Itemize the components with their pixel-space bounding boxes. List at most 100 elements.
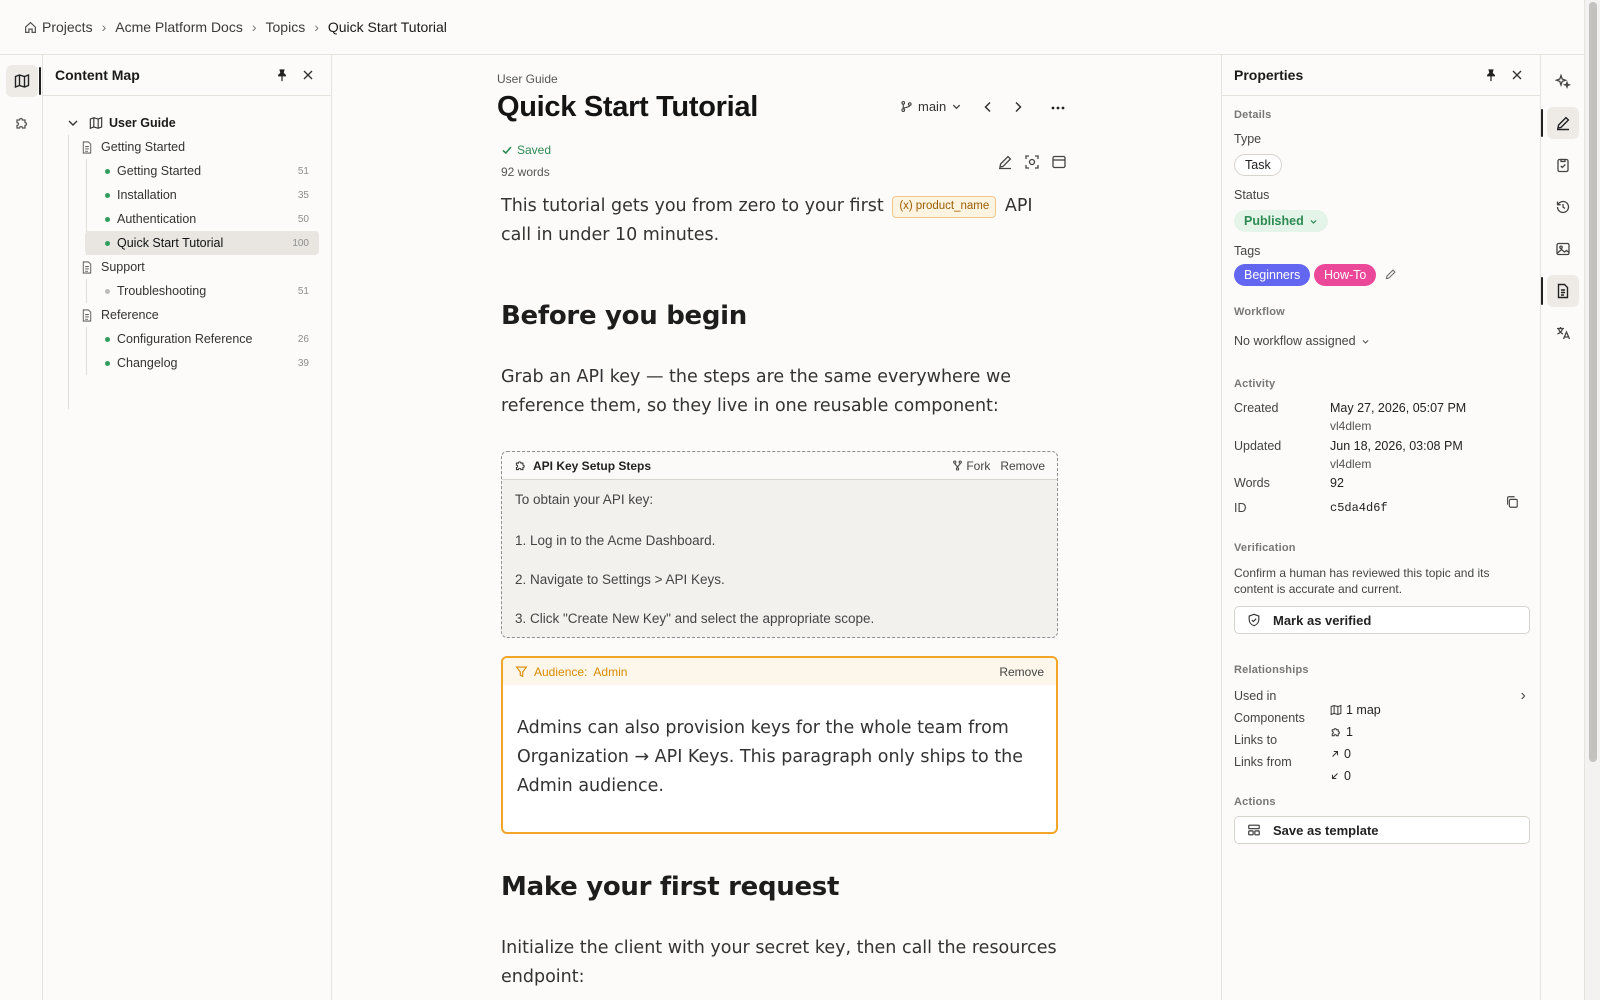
relationships-section-label: Relationships — [1234, 664, 1309, 676]
chevron-right-icon[interactable] — [1010, 99, 1026, 115]
activity-section-label: Activity — [1234, 378, 1276, 390]
pencil-icon — [1385, 269, 1396, 280]
pencil-icon[interactable] — [997, 154, 1013, 170]
editor-area: User Guide Quick Start Tutorial main Sav… — [332, 55, 1221, 1000]
remove-audience-button[interactable]: Remove — [999, 665, 1044, 679]
tree-group-getting-started[interactable]: Getting Started — [43, 135, 331, 159]
workflow-selector[interactable]: No workflow assigned — [1234, 334, 1370, 348]
translate-toggle[interactable] — [1547, 317, 1579, 349]
branch-name: main — [918, 99, 947, 114]
fork-button[interactable]: Fork — [952, 459, 990, 473]
audience-prefix: Audience: — [534, 664, 588, 679]
breadcrumb-project[interactable]: Acme Platform Docs — [115, 19, 243, 35]
reusable-component-block[interactable]: API Key Setup Steps Fork Remove To obtai… — [501, 451, 1058, 638]
id-row: ID c5da4d6f — [1234, 501, 1528, 515]
paragraph[interactable]: Grab an API key — the steps are the same… — [501, 363, 1061, 421]
actions-section-label: Actions — [1234, 796, 1276, 808]
type-pill[interactable]: Task — [1234, 154, 1282, 176]
audience-condition-block[interactable]: Audience: Admin Remove Admins can also p… — [501, 656, 1058, 834]
ai-assist-toggle[interactable] — [1547, 65, 1579, 97]
tree-item-changelog[interactable]: Changelog 39 — [43, 351, 331, 375]
verification-section-label: Verification — [1234, 542, 1296, 554]
review-toggle[interactable] — [1547, 149, 1579, 181]
pin-icon[interactable] — [271, 64, 293, 86]
tree-item-configuration-reference[interactable]: Configuration Reference 26 — [43, 327, 331, 351]
audience-paragraph[interactable]: Admins can also provision keys for the w… — [503, 685, 1056, 801]
status-badge[interactable]: Published — [1234, 210, 1328, 232]
audience-label: Audience: Admin — [534, 665, 999, 679]
intro-text: This tutorial gets you from zero to your… — [501, 196, 884, 216]
shield-check-icon — [1248, 613, 1260, 627]
tree-item-authentication[interactable]: Authentication 50 — [43, 207, 331, 231]
tree-item-installation[interactable]: Installation 35 — [43, 183, 331, 207]
document-icon — [82, 308, 92, 322]
tag-beginners[interactable]: Beginners — [1234, 264, 1311, 286]
save-as-template-label: Save as template — [1273, 822, 1379, 838]
image-icon — [1556, 242, 1570, 256]
save-status: Saved — [501, 143, 551, 157]
home-icon — [25, 21, 36, 33]
chevron-right-icon — [1521, 692, 1526, 700]
git-branch-icon — [901, 100, 912, 113]
edit-panel-toggle[interactable] — [1541, 107, 1579, 139]
edit-tags-button[interactable] — [1384, 268, 1397, 281]
mark-verified-button[interactable]: Mark as verified — [1234, 606, 1530, 634]
type-label: Type — [1234, 132, 1262, 146]
map-icon — [14, 73, 30, 89]
variable-chip[interactable]: (x) product_name — [892, 195, 997, 218]
components-toggle[interactable] — [6, 107, 38, 139]
tree-item-quick-start-tutorial[interactable]: Quick Start Tutorial 100 — [43, 231, 331, 255]
breadcrumb-topics[interactable]: Topics — [266, 19, 306, 35]
pin-icon[interactable] — [1480, 64, 1502, 86]
tree-item-troubleshooting[interactable]: Troubleshooting 51 — [43, 279, 331, 303]
tag-how-to[interactable]: How-To — [1314, 264, 1377, 286]
tree-root-user-guide[interactable]: User Guide — [43, 111, 331, 135]
fork-label: Fork — [966, 458, 991, 473]
intro-paragraph[interactable]: This tutorial gets you from zero to your… — [501, 192, 1061, 250]
branch-selector[interactable]: main — [900, 99, 962, 114]
section-heading[interactable]: Make your first request — [501, 872, 839, 902]
breadcrumb-current: Quick Start Tutorial — [328, 19, 447, 35]
tree-item-getting-started[interactable]: Getting Started 51 — [43, 159, 331, 183]
properties-toggle[interactable] — [1541, 275, 1579, 307]
focus-icon[interactable] — [1024, 154, 1040, 170]
word-count-badge: 39 — [297, 357, 309, 369]
tree-item-label: Configuration Reference — [117, 332, 253, 346]
more-options-button[interactable] — [1050, 100, 1066, 116]
history-toggle[interactable] — [1547, 191, 1579, 223]
remove-component-button[interactable]: Remove — [1000, 459, 1045, 473]
page-title[interactable]: Quick Start Tutorial — [497, 91, 758, 124]
status-label: Status — [1234, 188, 1270, 202]
media-toggle[interactable] — [1547, 233, 1579, 265]
tree-item-label: Quick Start Tutorial — [117, 236, 224, 250]
scrollbar-thumb[interactable] — [1589, 2, 1597, 762]
check-icon — [502, 146, 512, 155]
used-in-row[interactable]: Used in 1 map — [1234, 689, 1528, 717]
paragraph[interactable]: Initialize the client with your secret k… — [501, 934, 1061, 992]
section-heading[interactable]: Before you begin — [501, 301, 747, 331]
chevron-left-icon[interactable] — [980, 99, 996, 115]
close-icon[interactable] — [1506, 64, 1528, 86]
document-icon — [82, 260, 92, 274]
page-scrollbar[interactable] — [1584, 0, 1600, 1000]
words-value: 92 — [1330, 476, 1344, 490]
tree-item-label: Installation — [117, 188, 177, 202]
status-dot — [105, 216, 110, 222]
history-icon — [1556, 200, 1570, 214]
status-dot — [105, 168, 110, 174]
breadcrumb-projects[interactable]: Projects — [24, 19, 93, 35]
tree-group-support[interactable]: Support — [43, 255, 331, 279]
word-count-badge: 100 — [292, 237, 309, 249]
chevron-down-icon[interactable] — [65, 116, 81, 130]
puzzle-icon — [515, 461, 525, 471]
tree-group-label: Support — [101, 260, 145, 274]
close-icon[interactable] — [297, 64, 319, 86]
save-as-template-button[interactable]: Save as template — [1234, 816, 1530, 844]
layout-icon[interactable] — [1051, 154, 1067, 170]
copy-id-button[interactable] — [1505, 495, 1519, 509]
chevron-right-icon: › — [251, 19, 257, 35]
content-map-toggle[interactable] — [6, 65, 41, 97]
breadcrumb-label: Projects — [42, 19, 93, 35]
chevron-right-icon: › — [314, 19, 319, 35]
tree-group-reference[interactable]: Reference — [43, 303, 331, 327]
